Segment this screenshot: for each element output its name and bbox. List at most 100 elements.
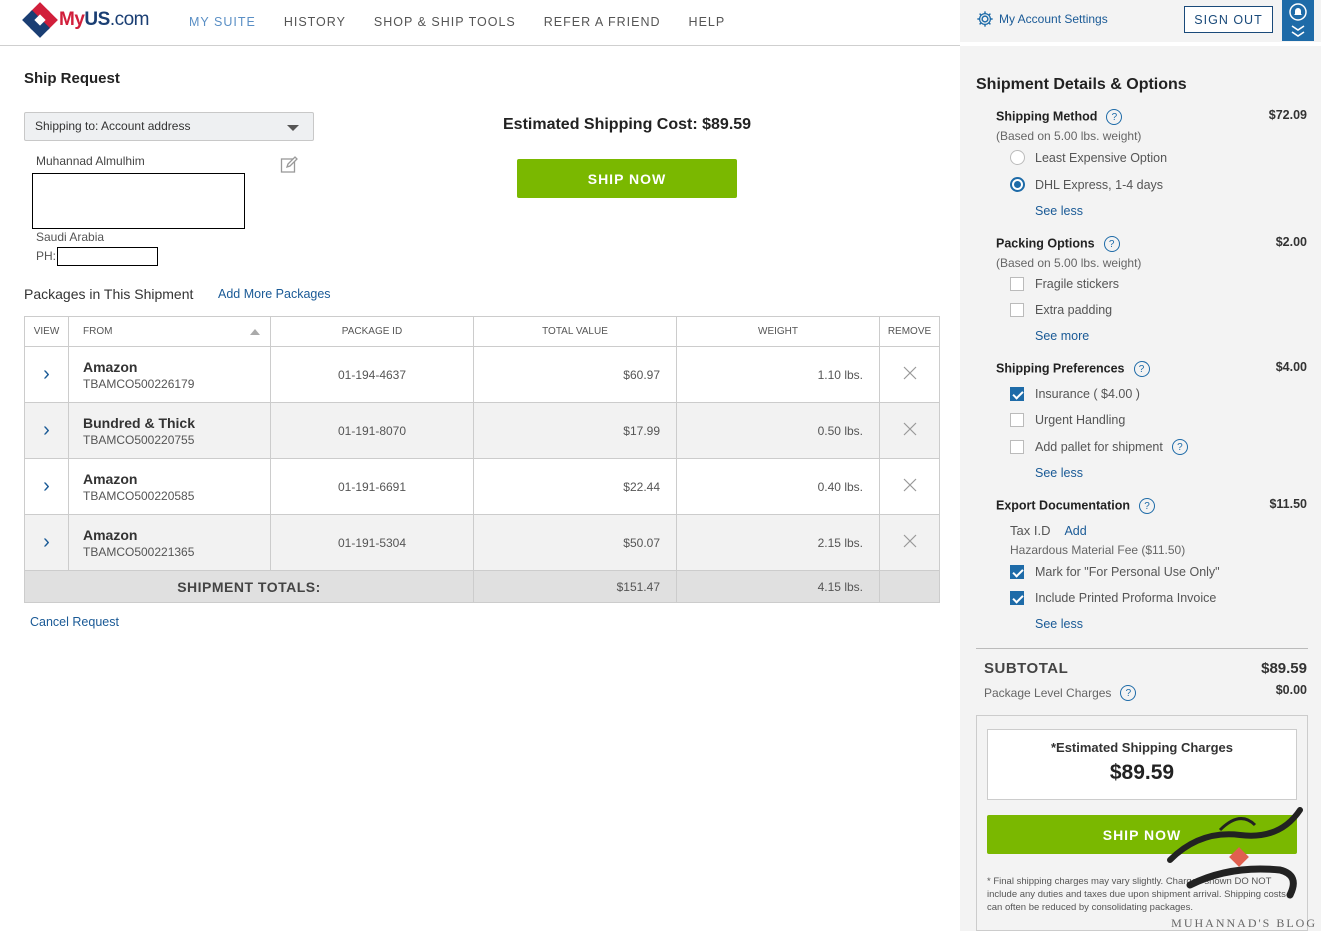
checkbox-unchecked[interactable] xyxy=(1010,440,1024,454)
package-ref: TBAMCO500220585 xyxy=(83,488,195,503)
shipping-method-price: $72.09 xyxy=(1268,108,1307,122)
remove-package-button[interactable] xyxy=(879,514,940,571)
option-dhl-express[interactable]: DHL Express, 1-4 days xyxy=(1010,177,1163,192)
checkbox-unchecked[interactable] xyxy=(1010,413,1024,427)
checkbox-unchecked[interactable] xyxy=(1010,277,1024,291)
help-icon[interactable]: ? xyxy=(1133,361,1150,377)
package-weight: 0.40 lbs. xyxy=(676,458,880,515)
nav-history[interactable]: HISTORY xyxy=(270,15,360,29)
option-fragile-stickers[interactable]: Fragile stickers xyxy=(1010,277,1119,291)
col-package-id: PACKAGE ID xyxy=(270,316,474,347)
col-weight: WEIGHT xyxy=(676,316,880,347)
package-charges-value: $0.00 xyxy=(1275,683,1307,697)
radio-unselected[interactable] xyxy=(1010,150,1025,165)
package-value: $17.99 xyxy=(473,402,677,459)
address-country: Saudi Arabia xyxy=(36,230,105,244)
nav-help[interactable]: HELP xyxy=(675,15,740,29)
shipping-method-see-less[interactable]: See less xyxy=(1035,204,1083,218)
account-settings-link[interactable]: My Account Settings xyxy=(976,10,1108,28)
expand-row-button[interactable]: › xyxy=(24,514,69,571)
option-add-pallet[interactable]: Add pallet for shipment? xyxy=(1010,439,1188,455)
add-more-packages-link[interactable]: Add More Packages xyxy=(218,287,331,301)
option-proforma-invoice[interactable]: Include Printed Proforma Invoice xyxy=(1010,591,1216,605)
radio-selected[interactable] xyxy=(1010,177,1025,192)
option-extra-padding[interactable]: Extra padding xyxy=(1010,303,1112,317)
edit-address-button[interactable] xyxy=(280,156,298,177)
option-insurance[interactable]: Insurance ( $4.00 ) xyxy=(1010,387,1140,401)
checkbox-unchecked[interactable] xyxy=(1010,303,1024,317)
help-icon[interactable]: ? xyxy=(1120,685,1137,701)
help-icon[interactable]: ? xyxy=(1171,439,1188,455)
package-charges-label: Package Level Charges? xyxy=(984,685,1137,701)
col-remove: REMOVE xyxy=(879,316,940,347)
subtotal-value: $89.59 xyxy=(1261,660,1307,677)
checkbox-checked[interactable] xyxy=(1010,565,1024,579)
gear-icon xyxy=(977,11,993,27)
remove-package-button[interactable] xyxy=(879,458,940,515)
chevron-right-icon: › xyxy=(43,363,50,385)
nav-my-suite[interactable]: MY SUITE xyxy=(175,15,270,29)
export-price: $11.50 xyxy=(1269,497,1307,511)
preferences-see-less[interactable]: See less xyxy=(1035,466,1083,480)
cancel-request-link[interactable]: Cancel Request xyxy=(30,615,119,629)
help-icon[interactable]: ? xyxy=(1139,498,1156,514)
col-view: VIEW xyxy=(24,316,69,347)
close-icon xyxy=(903,534,916,548)
table-row: › Bundred & Thick TBAMCO500220755 01-191-… xyxy=(24,402,940,459)
totals-row: SHIPMENT TOTALS: $151.47 4.15 lbs. xyxy=(24,570,940,603)
remove-package-button[interactable] xyxy=(879,346,940,403)
package-from: Bundred & Thick xyxy=(83,414,196,431)
expand-row-button[interactable]: › xyxy=(24,346,69,403)
preferences-price: $4.00 xyxy=(1275,360,1307,374)
subtotal-label: SUBTOTAL xyxy=(984,660,1069,677)
nav-shop-ship-tools[interactable]: SHOP & SHIP TOOLS xyxy=(360,15,530,29)
package-id: 01-191-5304 xyxy=(270,514,474,571)
chevron-right-icon: › xyxy=(43,475,50,497)
packing-sub: (Based on 5.00 lbs. weight) xyxy=(996,256,1142,270)
chevron-right-icon: › xyxy=(43,531,50,553)
packages-heading: Packages in This Shipment xyxy=(24,286,194,302)
sign-out-button[interactable]: SIGN OUT xyxy=(1184,6,1273,33)
option-least-expensive[interactable]: Least Expensive Option xyxy=(1010,150,1167,165)
option-personal-use[interactable]: Mark for "For Personal Use Only" xyxy=(1010,565,1220,579)
tax-id-row: Tax I.D Add xyxy=(1010,523,1087,538)
expand-row-button[interactable]: › xyxy=(24,402,69,459)
help-icon[interactable]: ? xyxy=(1106,109,1123,125)
option-urgent-handling[interactable]: Urgent Handling xyxy=(1010,413,1125,427)
package-weight: 1.10 lbs. xyxy=(676,346,880,403)
col-from[interactable]: FROM xyxy=(68,316,271,347)
redacted-address-box xyxy=(32,173,245,229)
help-icon[interactable]: ? xyxy=(1103,236,1120,252)
totals-label: SHIPMENT TOTALS: xyxy=(24,570,474,603)
checkbox-checked[interactable] xyxy=(1010,387,1024,401)
table-row: › Amazon TBAMCO500226179 01-194-4637 $60.… xyxy=(24,346,940,403)
tax-id-add-link[interactable]: Add xyxy=(1064,524,1086,538)
package-value: $50.07 xyxy=(473,514,677,571)
package-from: Amazon xyxy=(83,470,138,487)
myus-logo[interactable]: MyUS.com xyxy=(22,2,150,38)
logo-mark-icon xyxy=(22,2,58,38)
redacted-phone-box xyxy=(57,247,158,266)
notifications-button[interactable] xyxy=(1282,0,1314,41)
nav-refer-a-friend[interactable]: REFER A FRIEND xyxy=(530,15,675,29)
shipping-method-heading: Shipping Method? xyxy=(996,109,1123,125)
main-nav: MY SUITE HISTORY SHOP & SHIP TOOLS REFER… xyxy=(175,0,739,44)
shipping-preferences-heading: Shipping Preferences? xyxy=(996,361,1150,377)
packages-table: VIEW FROM PACKAGE ID TOTAL VALUE WEIGHT … xyxy=(24,316,940,603)
shipping-address-select[interactable]: Shipping to: Account address xyxy=(24,112,314,141)
export-documentation-heading: Export Documentation? xyxy=(996,498,1156,514)
checkbox-checked[interactable] xyxy=(1010,591,1024,605)
sort-asc-icon xyxy=(250,329,260,335)
remove-package-button[interactable] xyxy=(879,402,940,459)
close-icon xyxy=(903,422,916,436)
ship-now-button[interactable]: SHIP NOW xyxy=(517,159,737,198)
estimated-charges-value: $89.59 xyxy=(1109,761,1175,784)
export-see-less[interactable]: See less xyxy=(1035,617,1083,631)
blog-watermark: MUHANNAD'S BLOG xyxy=(1171,916,1317,930)
shipping-method-sub: (Based on 5.00 lbs. weight) xyxy=(996,129,1142,143)
shipping-address-value: Shipping to: Account address xyxy=(35,119,191,133)
account-settings-label: My Account Settings xyxy=(999,12,1108,26)
packing-see-more[interactable]: See more xyxy=(1035,329,1089,343)
packing-price: $2.00 xyxy=(1275,235,1307,249)
expand-row-button[interactable]: › xyxy=(24,458,69,515)
